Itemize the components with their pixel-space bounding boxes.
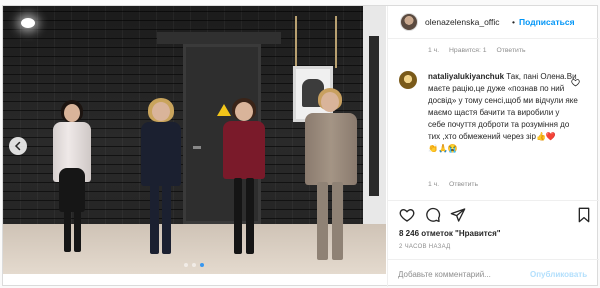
publish-button[interactable]: Опубликовать: [530, 270, 587, 279]
comment-icon[interactable]: [425, 207, 441, 223]
commenter-username[interactable]: nataliyalukiyanchuk: [428, 72, 504, 81]
author-avatar[interactable]: [400, 13, 418, 31]
share-icon[interactable]: [450, 207, 466, 223]
comment-likes-count[interactable]: Нравится: 1: [449, 47, 487, 54]
comment-item: nataliyalukiyanchuk Так, пані Олена.Ви м…: [428, 71, 578, 155]
comment-emoji-end: 👍❤️: [535, 132, 556, 141]
carousel-dot-active: [200, 263, 204, 267]
instagram-post: olenazelenska_offic • Подписаться 1 ч. Н…: [2, 5, 599, 287]
comment-meta: 1 ч. Ответить: [428, 181, 486, 188]
person-3: [219, 98, 269, 260]
person-1: [47, 98, 97, 258]
previous-comment-meta: 1 ч. Нравится: 1 Ответить: [428, 47, 534, 54]
comment-like-heart-icon[interactable]: [571, 78, 580, 87]
follow-button[interactable]: Подписаться: [519, 17, 575, 27]
post-side-panel: olenazelenska_offic • Подписаться 1 ч. Н…: [387, 6, 599, 287]
likes-number: 8 246: [399, 229, 420, 238]
post-time-ago[interactable]: 2 ЧАСОВ НАЗАД: [399, 244, 450, 250]
carousel-dot: [192, 263, 196, 267]
header-separator: •: [512, 17, 515, 27]
hanging-rope: [335, 16, 337, 68]
comment-text: Так, пані Олена.Ви маєте рацію,це дуже «…: [428, 72, 578, 141]
carousel-indicator: [184, 263, 204, 267]
carousel-dot: [184, 263, 188, 267]
chevron-left-icon: [14, 141, 21, 151]
reply-button[interactable]: Ответить: [449, 181, 478, 188]
person-4: [301, 88, 361, 264]
comment-emoji-line: 👏🙏😭: [428, 144, 458, 153]
comments-section[interactable]: 1 ч. Нравится: 1 Ответить nataliyalukiya…: [388, 40, 599, 200]
commenter-avatar[interactable]: [399, 71, 417, 89]
bookmark-icon[interactable]: [577, 207, 591, 223]
likes-suffix: отметок "Нравится": [421, 229, 501, 238]
reply-button[interactable]: Ответить: [496, 47, 525, 54]
comment-time: 1 ч.: [428, 47, 440, 54]
likes-count[interactable]: 8 246 отметок "Нравится": [399, 229, 501, 238]
add-comment-input[interactable]: [398, 268, 518, 280]
door-frame: [157, 32, 281, 44]
white-wall: [363, 6, 386, 228]
add-comment-bar: Опубликовать: [388, 259, 599, 287]
hanging-rope: [295, 16, 297, 68]
author-username[interactable]: olenazelenska_offic: [425, 17, 511, 27]
post-header: olenazelenska_offic • Подписаться: [388, 6, 599, 39]
post-actions-bar: [388, 200, 599, 228]
heart-icon[interactable]: [399, 207, 415, 223]
ceiling-light: [21, 18, 35, 28]
carousel-prev-button[interactable]: [9, 137, 27, 155]
door-handle: [193, 146, 201, 149]
person-2: [137, 98, 185, 260]
post-photo[interactable]: [3, 6, 386, 274]
comment-time: 1 ч.: [428, 181, 440, 188]
